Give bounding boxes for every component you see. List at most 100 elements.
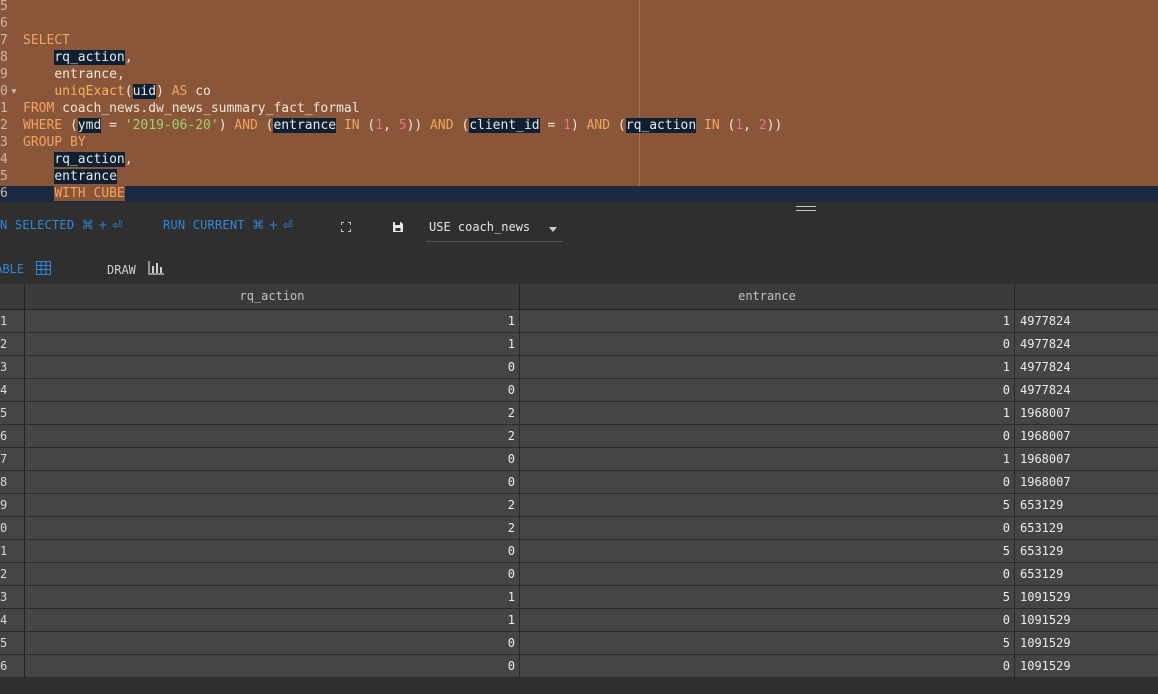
table-row[interactable]: 3 1 5 1091529 [0, 586, 1158, 609]
count-cell[interactable]: 653129 [1015, 540, 1158, 562]
table-row[interactable]: 1 1 1 4977824 [0, 310, 1158, 333]
count-cell[interactable]: 1968007 [1015, 425, 1158, 447]
sql-alias: co [195, 84, 211, 99]
entrance-cell[interactable]: 1 [520, 448, 1015, 470]
row-index-cell[interactable]: 9 [0, 494, 25, 516]
rq-action-cell[interactable]: 0 [25, 356, 520, 378]
rq-action-cell[interactable]: 0 [25, 540, 520, 562]
table-row[interactable]: 7 0 1 1968007 [0, 448, 1158, 471]
rq-action-cell[interactable]: 0 [25, 471, 520, 493]
entrance-cell[interactable]: 0 [520, 609, 1015, 631]
table-row[interactable]: 6 0 0 1091529 [0, 655, 1158, 678]
table-row[interactable]: 4 0 0 4977824 [0, 379, 1158, 402]
entrance-cell[interactable]: 0 [520, 655, 1015, 677]
row-index-cell[interactable]: 3 [0, 586, 25, 608]
entrance-cell[interactable]: 0 [520, 379, 1015, 401]
rq-action-cell[interactable]: 2 [25, 517, 520, 539]
row-index-cell[interactable]: 8 [0, 471, 25, 493]
column-header-rq-action[interactable]: rq_action [25, 284, 520, 309]
tab-table[interactable]: TABLE [0, 261, 52, 276]
table-row[interactable]: 1 0 5 653129 [0, 540, 1158, 563]
run-current-button[interactable]: RUN CURRENT ⌘ + ⏎ [163, 218, 293, 232]
run-selected-button[interactable]: N SELECTED ⌘ + ⏎ [0, 218, 122, 232]
database-select[interactable]: USE coach_news [426, 217, 563, 242]
table-row[interactable]: 5 0 5 1091529 [0, 632, 1158, 655]
entrance-cell[interactable]: 5 [520, 540, 1015, 562]
table-row[interactable]: 4 1 0 1091529 [0, 609, 1158, 632]
count-cell[interactable]: 653129 [1015, 563, 1158, 585]
count-cell[interactable]: 1968007 [1015, 448, 1158, 470]
row-index-cell[interactable]: 2 [0, 333, 25, 355]
row-index-cell[interactable]: 6 [0, 425, 25, 447]
count-cell[interactable]: 1091529 [1015, 632, 1158, 654]
rq-action-cell[interactable]: 1 [25, 333, 520, 355]
count-cell[interactable]: 1091529 [1015, 586, 1158, 608]
count-cell[interactable]: 1091529 [1015, 655, 1158, 677]
count-cell[interactable]: 1968007 [1015, 471, 1158, 493]
table-row[interactable]: 8 0 0 1968007 [0, 471, 1158, 494]
rq-action-cell[interactable]: 2 [25, 425, 520, 447]
entrance-cell[interactable]: 0 [520, 517, 1015, 539]
table-row[interactable]: 3 0 1 4977824 [0, 356, 1158, 379]
row-index-cell[interactable]: 1 [0, 540, 25, 562]
entrance-cell[interactable]: 1 [520, 402, 1015, 424]
fold-chevron-icon[interactable]: ▾ [10, 83, 18, 100]
table-row[interactable]: 6 2 0 1968007 [0, 425, 1158, 448]
count-cell[interactable]: 4977824 [1015, 310, 1158, 332]
rq-action-cell[interactable]: 0 [25, 632, 520, 654]
rq-action-cell[interactable]: 0 [25, 655, 520, 677]
editor-current-line-strip [0, 186, 1158, 202]
entrance-cell[interactable]: 0 [520, 563, 1015, 585]
row-index-cell[interactable]: 4 [0, 609, 25, 631]
row-index-cell[interactable]: 6 [0, 655, 25, 677]
count-cell[interactable]: 1091529 [1015, 609, 1158, 631]
rq-action-cell[interactable]: 1 [25, 310, 520, 332]
column-header-entrance[interactable]: entrance [520, 284, 1015, 309]
sql-identifier: client_id [469, 118, 540, 133]
entrance-cell[interactable]: 1 [520, 356, 1015, 378]
sql-identifier: rq_action [54, 152, 125, 167]
rq-action-cell[interactable]: 1 [25, 586, 520, 608]
table-row[interactable]: 2 0 0 653129 [0, 563, 1158, 586]
count-cell[interactable]: 653129 [1015, 494, 1158, 516]
row-index-cell[interactable]: 5 [0, 632, 25, 654]
column-header-count[interactable] [1015, 284, 1158, 309]
rq-action-cell[interactable]: 0 [25, 563, 520, 585]
fullscreen-icon[interactable] [341, 222, 351, 232]
rq-action-cell[interactable]: 0 [25, 379, 520, 401]
entrance-cell[interactable]: 0 [520, 425, 1015, 447]
entrance-cell[interactable]: 5 [520, 632, 1015, 654]
save-icon[interactable] [392, 221, 404, 233]
count-cell[interactable]: 4977824 [1015, 356, 1158, 378]
count-cell[interactable]: 1968007 [1015, 402, 1158, 424]
row-index-cell[interactable]: 1 [0, 310, 25, 332]
rq-action-cell[interactable]: 2 [25, 494, 520, 516]
entrance-cell[interactable]: 5 [520, 494, 1015, 516]
sql-keyword: GROUP BY [23, 135, 86, 150]
count-cell[interactable]: 4977824 [1015, 333, 1158, 355]
row-index-cell[interactable]: 5 [0, 402, 25, 424]
row-index-cell[interactable]: 4 [0, 379, 25, 401]
entrance-cell[interactable]: 0 [520, 333, 1015, 355]
count-cell[interactable]: 653129 [1015, 517, 1158, 539]
tab-draw[interactable]: DRAW [107, 261, 165, 277]
line-number: 3 [0, 135, 8, 150]
entrance-cell[interactable]: 5 [520, 586, 1015, 608]
sql-editor[interactable]: 5 6 7 SELECT 8 rq_action, 9 entrance, 0 ▾ … [0, 0, 1158, 202]
rq-action-cell[interactable]: 2 [25, 402, 520, 424]
row-index-cell[interactable]: 0 [0, 517, 25, 539]
sql-table-name: coach_news.dw_news_summary_fact_formal [62, 101, 360, 116]
entrance-cell[interactable]: 1 [520, 310, 1015, 332]
count-cell[interactable]: 4977824 [1015, 379, 1158, 401]
entrance-cell[interactable]: 0 [520, 471, 1015, 493]
table-row[interactable]: 9 2 5 653129 [0, 494, 1158, 517]
row-index-cell[interactable]: 3 [0, 356, 25, 378]
table-row[interactable]: 5 2 1 1968007 [0, 402, 1158, 425]
sql-identifier: entrance [273, 118, 337, 133]
table-row[interactable]: 0 2 0 653129 [0, 517, 1158, 540]
rq-action-cell[interactable]: 0 [25, 448, 520, 470]
row-index-cell[interactable]: 2 [0, 563, 25, 585]
table-row[interactable]: 2 1 0 4977824 [0, 333, 1158, 356]
row-index-cell[interactable]: 7 [0, 448, 25, 470]
rq-action-cell[interactable]: 1 [25, 609, 520, 631]
